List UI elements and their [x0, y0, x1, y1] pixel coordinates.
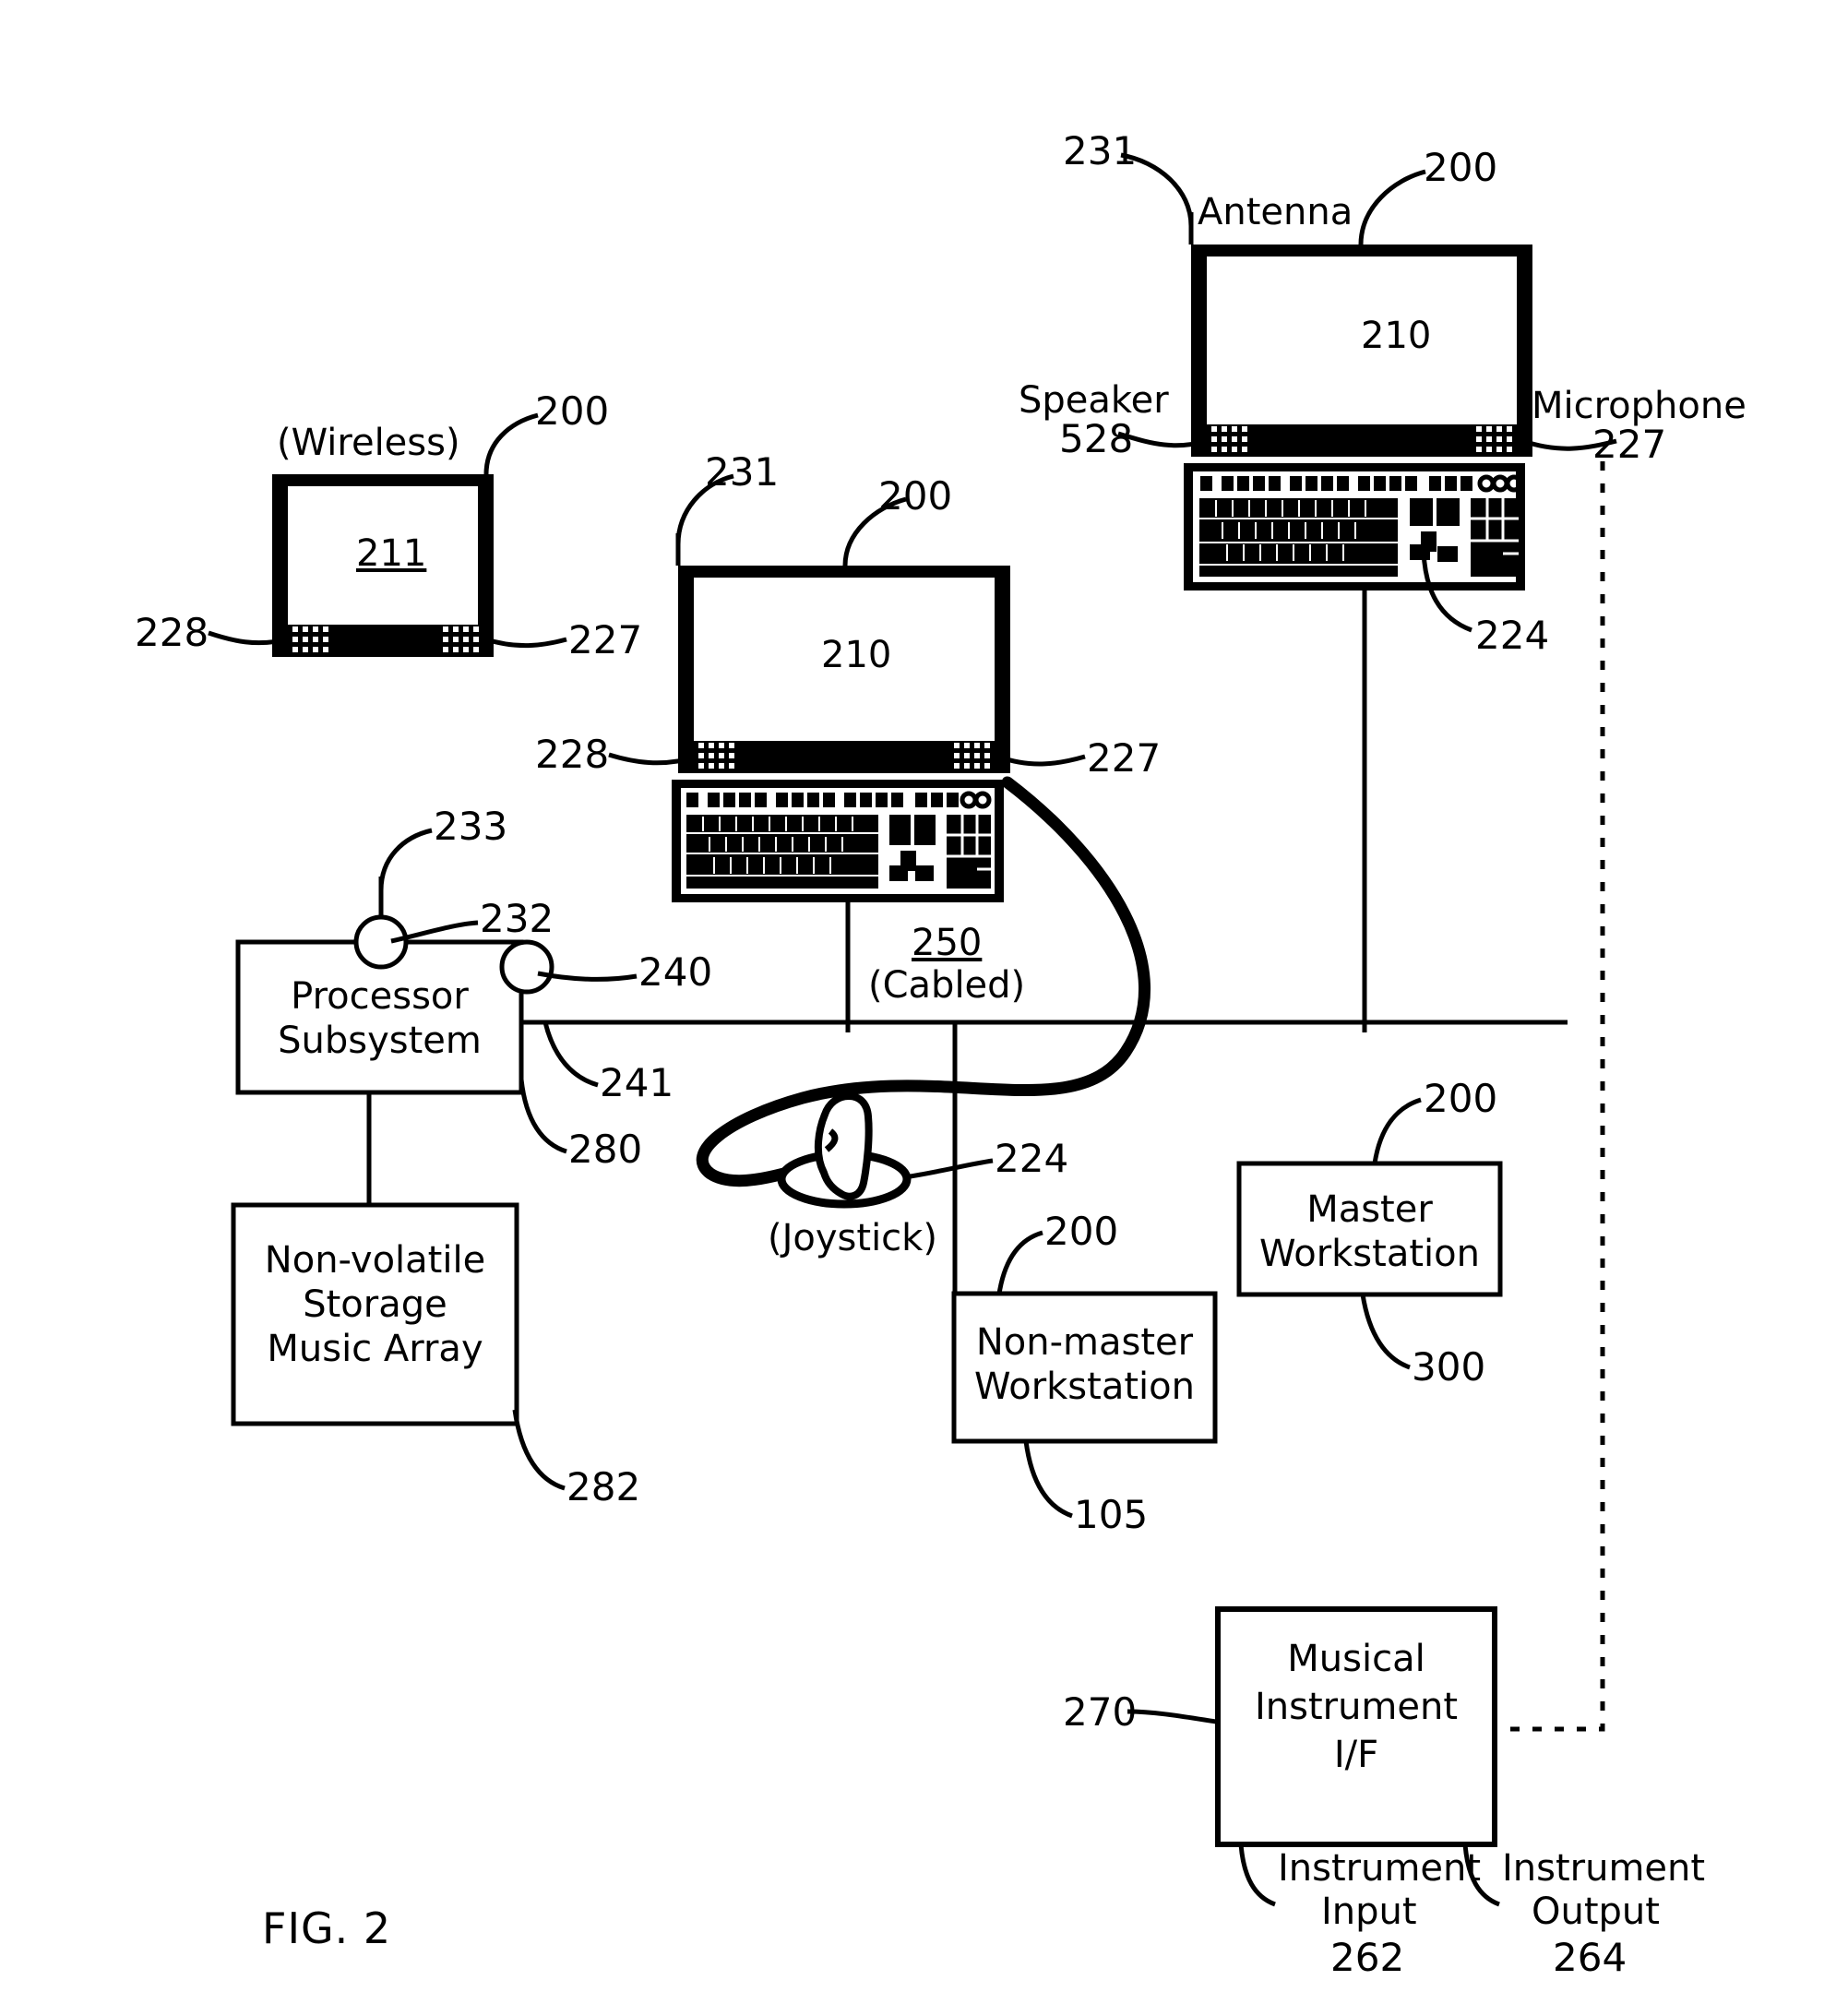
leader-instrument-input: [1238, 1843, 1276, 1907]
ref-224-joystick: 224: [995, 1136, 1069, 1181]
ref-241: 241: [600, 1060, 674, 1105]
ref-200-master: 200: [1424, 1076, 1498, 1121]
ref-282: 282: [566, 1464, 641, 1509]
transceiver-232-node: [353, 914, 409, 970]
musical-instrument-if-label-line1: Musical: [1287, 1638, 1425, 1680]
ref-231-mid: 231: [705, 449, 780, 495]
instrument-output-label-line1: Instrument: [1502, 1847, 1706, 1890]
leader-300: [1360, 1294, 1411, 1370]
instrument-input-label-line1: Instrument: [1278, 1847, 1482, 1890]
joystick-label: (Joystick): [768, 1217, 937, 1259]
ref-300: 300: [1412, 1344, 1486, 1390]
non-master-workstation-label-line2: Workstation: [974, 1366, 1195, 1408]
musical-instrument-if-label-line3: I/F: [1333, 1734, 1379, 1776]
leader-280: [519, 1079, 567, 1154]
non-master-workstation-label-line1: Non-master: [975, 1321, 1194, 1364]
ref-228-mid: 228: [535, 732, 610, 777]
leader-224-joystick: [903, 1158, 994, 1180]
leader-200-master: [1372, 1097, 1422, 1164]
ref-280: 280: [568, 1127, 643, 1172]
ref-227-top: 227: [1592, 422, 1667, 467]
leader-270: [1127, 1709, 1217, 1724]
antenna-label-top: Antenna: [1198, 191, 1353, 233]
ref-231-top: 231: [1063, 128, 1138, 173]
ref-264: 264: [1553, 1935, 1627, 1980]
patent-figure-2: 231 Antenna 200 210 Speaker 528 Micropho…: [0, 0, 1836, 2016]
ref-232: 232: [480, 896, 554, 941]
processor-subsystem-label-line1: Processor: [291, 975, 469, 1018]
ref-262: 262: [1330, 1935, 1405, 1980]
ref-200-wireless: 200: [535, 388, 610, 434]
display-ref-210-mid: 210: [821, 634, 892, 676]
cabled-label: (Cabled): [868, 964, 1026, 1007]
ref-227-wireless: 227: [568, 617, 643, 662]
ref-224-top-keyboard: 224: [1475, 613, 1550, 658]
instrument-input-label-line2: Input: [1321, 1891, 1417, 1933]
ref-233: 233: [434, 804, 508, 849]
leader-200-wireless: [483, 412, 539, 475]
ref-528: 528: [1059, 416, 1134, 461]
leader-227-wireless: [483, 636, 567, 649]
leader-227-mid: [997, 754, 1086, 767]
leader-105: [1023, 1440, 1073, 1519]
display-ref-210-top: 210: [1361, 315, 1432, 357]
storage-label-line2: Storage: [303, 1283, 447, 1326]
leader-241: [542, 1021, 599, 1088]
wireless-label: (Wireless): [277, 422, 460, 464]
processor-subsystem-label-line2: Subsystem: [278, 1020, 482, 1062]
leader-200-non-master: [996, 1230, 1043, 1294]
leader-233: [378, 828, 433, 891]
cabled-workstation-keyboard: [672, 780, 1004, 902]
ref-105: 105: [1074, 1492, 1149, 1537]
leader-200-top: [1358, 169, 1426, 245]
instrument-output-label-line2: Output: [1532, 1891, 1660, 1933]
storage-label-line1: Non-volatile: [264, 1239, 486, 1282]
master-workstation-label-line1: Master: [1306, 1188, 1433, 1231]
ref-200-mid: 200: [878, 473, 953, 519]
ref-200-non-master: 200: [1044, 1209, 1119, 1254]
leader-240: [537, 971, 638, 982]
master-workstation-label-line2: Workstation: [1259, 1233, 1480, 1275]
display-ref-211-wireless: 211: [356, 532, 427, 575]
top-workstation-keyboard: [1184, 463, 1525, 590]
ref-240: 240: [638, 949, 713, 995]
joystick-device: [777, 1092, 912, 1209]
storage-label-line3: Music Array: [267, 1328, 483, 1370]
ref-200-top: 200: [1424, 145, 1498, 190]
figure-caption: FIG. 2: [262, 1903, 392, 1953]
network-ref-250: 250: [912, 922, 983, 964]
musical-instrument-if-label-line2: Instrument: [1254, 1686, 1459, 1728]
ref-227-mid: 227: [1087, 735, 1162, 781]
ref-270: 270: [1063, 1689, 1138, 1735]
ref-228-wireless: 228: [135, 610, 209, 655]
leader-282: [512, 1409, 566, 1491]
